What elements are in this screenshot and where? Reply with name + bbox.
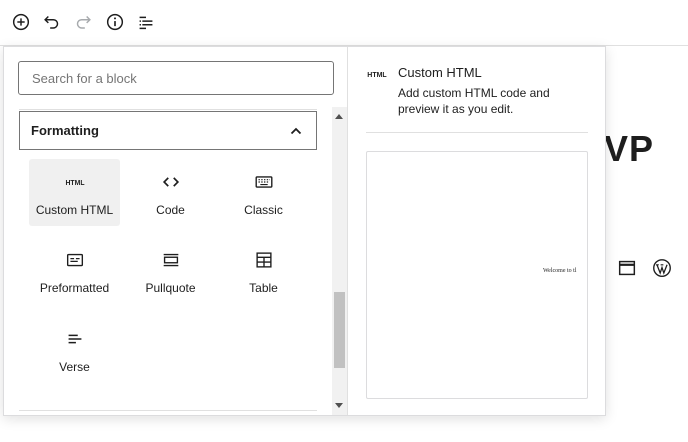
list-view-button[interactable] bbox=[134, 10, 158, 34]
scroll-down-arrow-icon[interactable] bbox=[335, 403, 343, 408]
scroll-up-arrow-icon[interactable] bbox=[335, 114, 343, 119]
block-list-area: Formatting HTML Custom HTML Code Classic… bbox=[4, 107, 332, 415]
block-code[interactable]: Code bbox=[125, 159, 216, 226]
html-icon: HTML bbox=[367, 72, 387, 79]
block-list-scrollbar[interactable] bbox=[332, 107, 347, 415]
inserter-block-list-panel: Formatting HTML Custom HTML Code bbox=[4, 47, 348, 415]
preview-frame: Welcome to tl bbox=[366, 151, 588, 399]
wordpress-logo-icon[interactable] bbox=[650, 256, 674, 280]
block-pullquote[interactable]: Pullquote bbox=[125, 237, 216, 304]
code-icon bbox=[160, 171, 182, 193]
preformatted-icon bbox=[64, 249, 86, 271]
info-icon bbox=[106, 13, 124, 31]
plus-circle-icon bbox=[12, 13, 30, 31]
redo-icon bbox=[76, 15, 91, 29]
block-search-input[interactable] bbox=[18, 61, 334, 95]
preview-block-description: Add custom HTML code and preview it as y… bbox=[398, 86, 550, 116]
table-icon bbox=[253, 249, 275, 271]
svg-text:HTML: HTML bbox=[65, 180, 84, 187]
post-title-fragment: VP bbox=[604, 128, 655, 169]
block-table[interactable]: Table bbox=[218, 237, 309, 304]
html-icon: HTML bbox=[64, 171, 86, 193]
browser-window-icon[interactable] bbox=[615, 256, 639, 280]
block-label: Table bbox=[249, 281, 278, 295]
preview-block-name: Custom HTML bbox=[398, 65, 482, 80]
divider bbox=[19, 410, 317, 411]
redo-button[interactable] bbox=[71, 10, 95, 34]
svg-text:HTML: HTML bbox=[367, 72, 387, 79]
block-preview-panel: HTML Custom HTML Add custom HTML code an… bbox=[348, 47, 606, 415]
details-button[interactable] bbox=[103, 10, 127, 34]
panel-title: Formatting bbox=[31, 123, 99, 138]
undo-button[interactable] bbox=[40, 10, 64, 34]
block-classic[interactable]: Classic bbox=[218, 159, 309, 226]
block-label: Classic bbox=[244, 203, 283, 217]
undo-icon bbox=[44, 15, 59, 29]
block-label: Verse bbox=[59, 360, 90, 374]
keyboard-icon bbox=[253, 171, 275, 193]
divider bbox=[366, 132, 588, 133]
block-custom-html[interactable]: HTML Custom HTML bbox=[29, 159, 120, 226]
pullquote-icon bbox=[160, 249, 182, 271]
block-preformatted[interactable]: Preformatted bbox=[29, 237, 120, 304]
block-label: Preformatted bbox=[39, 281, 110, 295]
divider bbox=[19, 109, 317, 110]
block-verse[interactable]: Verse bbox=[29, 316, 120, 383]
add-block-button[interactable] bbox=[9, 10, 33, 34]
editor-top-toolbar bbox=[0, 0, 688, 46]
chevron-up-icon bbox=[290, 127, 302, 134]
block-label: Pullquote bbox=[145, 281, 196, 295]
verse-icon bbox=[64, 328, 86, 350]
list-view-icon bbox=[139, 16, 153, 30]
block-inserter-popover: Formatting HTML Custom HTML Code bbox=[3, 46, 606, 416]
preview-content-text: Welcome to tl bbox=[543, 268, 577, 274]
formatting-panel-toggle[interactable]: Formatting bbox=[19, 111, 317, 150]
block-label: Custom HTML bbox=[35, 203, 114, 217]
block-label: Code bbox=[156, 203, 185, 217]
scrollbar-thumb[interactable] bbox=[334, 292, 345, 368]
